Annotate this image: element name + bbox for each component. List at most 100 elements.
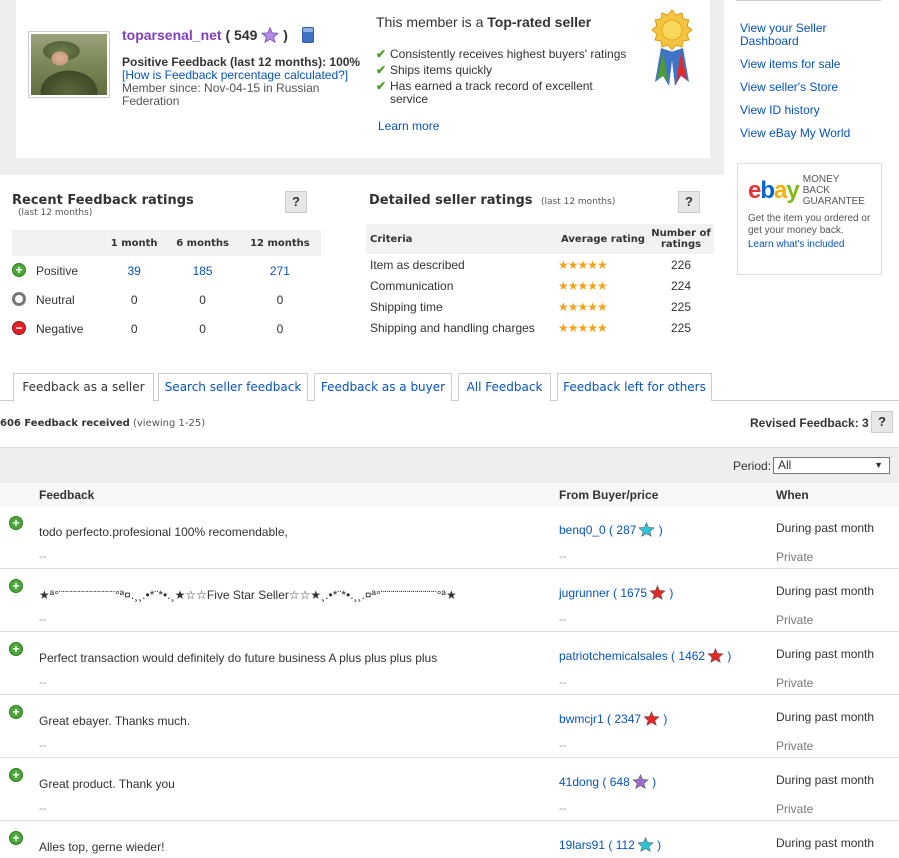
dsr-help-button[interactable]: ? (678, 191, 700, 213)
positive-icon: + (9, 768, 23, 782)
seller-name-link[interactable]: toparsenal_net (122, 27, 222, 43)
items-for-sale-link[interactable]: View items for sale (740, 58, 890, 71)
tab-all-feedback[interactable]: All Feedback (458, 373, 551, 401)
score-open: ( (225, 27, 231, 43)
seller-score[interactable]: ( 549 ) (225, 27, 288, 43)
feedback-calc-link[interactable]: [How is Feedback percentage calculated?] (122, 68, 348, 82)
table-row: +Alles top, gerne wieder!--19lars91 ( 11… (0, 822, 899, 858)
tab-feedback-as-seller[interactable]: Feedback as a seller (13, 373, 154, 402)
recent-ratings-title: Recent Feedback ratings (12, 193, 194, 208)
criteria-label: Shipping time (370, 299, 443, 314)
dsr-title: Detailed seller ratings (369, 193, 533, 208)
store-icon[interactable] (301, 27, 314, 43)
seller-store-link[interactable]: View seller's Store (740, 81, 890, 94)
id-history-link[interactable]: View ID history (740, 104, 890, 117)
period-value: All (778, 458, 792, 472)
score-close: ) (283, 27, 288, 43)
buyer-score: 2347 (614, 712, 642, 726)
price-placeholder: -- (559, 551, 567, 563)
from-column-header: From Buyer/price (559, 488, 659, 502)
feedback-column-header: Feedback (39, 488, 95, 502)
positive-label: + Positive (12, 256, 102, 285)
tab-search-seller-feedback[interactable]: Search seller feedback (158, 373, 308, 401)
top-rated-item: ✔ Consistently receives highest buyers' r… (376, 48, 646, 61)
positive-12months[interactable]: 271 (239, 256, 321, 285)
buyer-link[interactable]: benq0_0 ( 287 ) (559, 522, 663, 537)
feedback-star-icon (643, 711, 660, 726)
table-row: + Perfect transaction would definitely do… (0, 633, 899, 695)
feedback-star-icon (637, 837, 654, 852)
row-label: Positive (36, 263, 79, 278)
mbg-learn-link[interactable]: Learn what's included (748, 239, 871, 250)
positive-icon: + (9, 705, 23, 719)
top-rated-badge-icon (651, 9, 693, 86)
feedback-star-icon (649, 585, 666, 600)
column-header: 1 month (102, 230, 167, 256)
criteria-label: Communication (370, 278, 454, 293)
chevron-down-icon: ▼ (874, 460, 883, 470)
positive-1month[interactable]: 39 (102, 256, 166, 285)
row-label: Neutral (36, 292, 75, 307)
my-world-link[interactable]: View eBay My World (740, 127, 890, 140)
buyer-name: 41dong (559, 775, 600, 789)
table-row: + todo perfecto.profesional 100% recomend… (0, 507, 899, 569)
check-icon: ✔ (376, 79, 387, 93)
feedback-when: During past month (776, 710, 875, 724)
star-rating-icon: ★★★★★ (558, 278, 608, 293)
buyer-link[interactable]: 41dong ( 648 ) (559, 774, 656, 789)
top-rated-item-text: Has earned a track record of excellent s… (390, 79, 593, 106)
table-row: + Positive 39 185 271 (12, 256, 321, 285)
top-rated-prefix: This member is a (376, 14, 484, 30)
column-header: Criteria (366, 224, 558, 254)
feedback-price: Private (776, 676, 814, 690)
rating-count: 224 (670, 278, 692, 293)
criteria-label: Shipping and handling charges (370, 320, 535, 335)
item-placeholder: -- (39, 614, 47, 626)
dsr-table: Criteria Average rating Number of rating… (366, 224, 714, 338)
positive-6months[interactable]: 185 (166, 256, 239, 285)
revised-help-button[interactable]: ? (871, 411, 893, 433)
table-row: Shipping time ★★★★★ 225 (366, 296, 714, 317)
buyer-link[interactable]: 19lars91 ( 112 ) (559, 837, 661, 852)
top-rated-label: Top-rated seller (487, 14, 592, 30)
item-placeholder: -- (39, 803, 47, 815)
feedback-comment: Great product. Thank you (39, 777, 175, 791)
top-rated-heading: This member is a Top-rated seller (376, 14, 591, 30)
feedback-star-icon (707, 648, 724, 663)
period-select[interactable]: All ▼ (773, 457, 890, 474)
feedback-price: Private (776, 550, 814, 564)
tab-feedback-as-buyer[interactable]: Feedback as a buyer (314, 373, 452, 401)
recent-ratings-subtitle: (last 12 months) (18, 208, 93, 218)
check-icon: ✔ (376, 47, 387, 61)
item-placeholder: -- (39, 677, 47, 689)
buyer-link[interactable]: bwmcjr1 ( 2347 ) (559, 711, 667, 726)
feedback-when: During past month (776, 521, 875, 535)
star-rating-icon: ★★★★★ (558, 257, 608, 272)
star-rating-icon: ★★★★★ (558, 320, 608, 335)
dsr-subtitle: (last 12 months) (541, 197, 616, 207)
tab-feedback-left-for-others[interactable]: Feedback left for others (557, 373, 712, 401)
sidebar-divider (736, 0, 881, 1)
feedback-received-count: 606 Feedback received (0, 418, 130, 429)
buyer-score: 1675 (620, 586, 648, 600)
top-rated-item: ✔ Has earned a track record of excellent … (376, 80, 616, 106)
profile-panel: toparsenal_net ( 549 ) Positive Feedback… (0, 0, 724, 175)
buyer-link[interactable]: jugrunner ( 1675 ) (559, 585, 673, 600)
avatar[interactable] (28, 31, 110, 98)
recent-help-button[interactable]: ? (285, 191, 307, 213)
feedback-when: During past month (776, 836, 875, 850)
buyer-link[interactable]: patriotchemicalsales ( 1462 ) (559, 648, 731, 663)
positive-icon: + (9, 642, 23, 656)
buyer-score: 112 (615, 838, 635, 852)
table-header-row: Criteria Average rating Number of rating… (366, 224, 714, 254)
sidebar-links: View your Seller Dashboard View items fo… (740, 22, 890, 140)
table-header-row: 1 month 6 months 12 months (12, 230, 321, 256)
table-row: − Negative 0 0 0 (12, 314, 321, 343)
positive-icon: + (12, 263, 26, 277)
learn-more-link[interactable]: Learn more (378, 119, 439, 133)
feedback-table-header: Feedback From Buyer/price When (0, 483, 899, 507)
rating-count: 226 (670, 257, 692, 272)
seller-dashboard-link[interactable]: View your Seller Dashboard (740, 22, 860, 48)
table-row: + Great product. Thank you -- 41dong ( 648 … (0, 759, 899, 821)
feedback-when: During past month (776, 773, 875, 787)
